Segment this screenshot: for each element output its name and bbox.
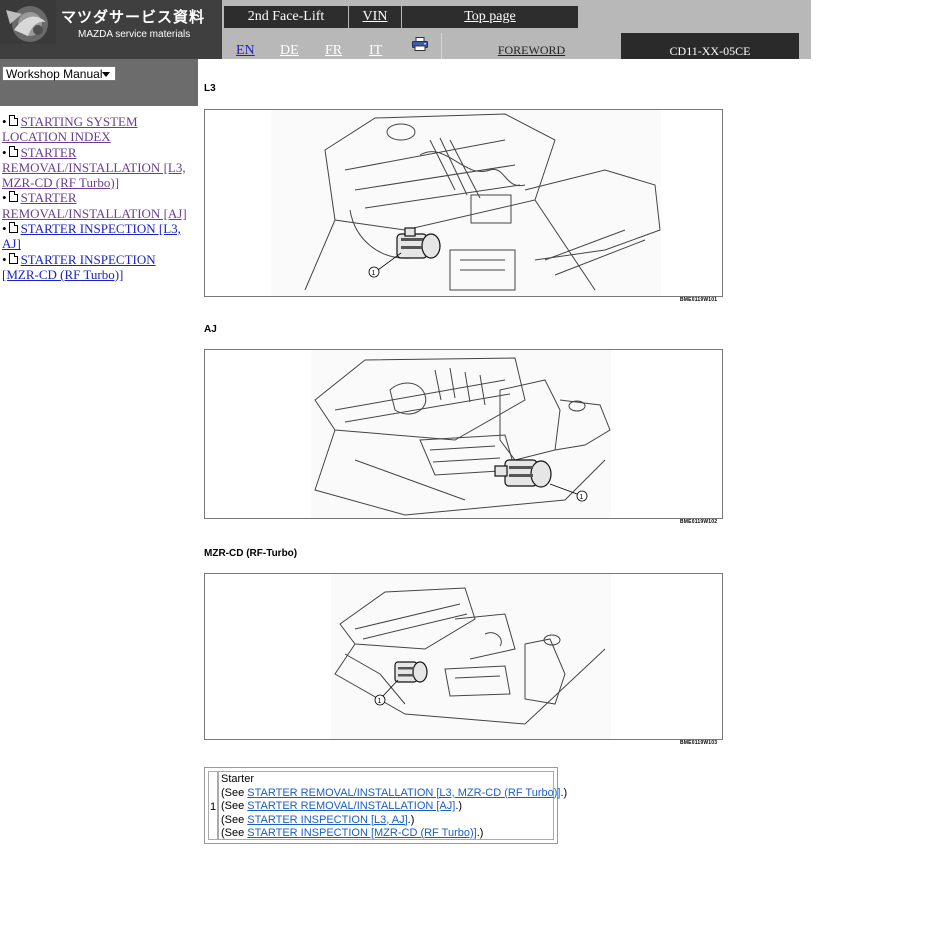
chevron-down-icon — [102, 72, 110, 77]
logo-subtitle: MAZDA service materials — [78, 29, 191, 40]
sidebar-nav: • STARTING SYSTEM LOCATION INDEX • STARTER… — [2, 114, 192, 282]
nav-link-starter-inspection-mzr[interactable]: STARTER INSPECTION [MZR-CD (RF Turbo)] — [2, 252, 156, 282]
section-title-mzr-cd: MZR-CD (RF-Turbo) — [204, 548, 298, 559]
mazda-logo: マツダサービス資料 MAZDA service materials — [0, 0, 222, 59]
nav-link-starting-system-location-index[interactable]: STARTING SYSTEM LOCATION INDEX — [2, 114, 138, 144]
top-page-cell: Top page — [402, 6, 578, 28]
callout-description-cell: Starter (See STARTER REMOVAL/INSTALLATIO… — [218, 771, 567, 841]
manual-type-select[interactable]: Workshop Manual — [2, 66, 116, 81]
callout-table: 1 Starter (See STARTER REMOVAL/INSTALLAT… — [204, 767, 567, 844]
mazda-emblem-icon — [0, 0, 56, 44]
see-suffix: .) — [560, 786, 568, 799]
vin-cell: VIN — [349, 6, 401, 28]
vin-link[interactable]: VIN — [363, 9, 388, 24]
nav-link-starter-removal-aj[interactable]: STARTER REMOVAL/INSTALLATION [AJ] — [2, 190, 187, 220]
see-prefix: (See — [221, 786, 248, 799]
see-link-inspection-l3-aj[interactable]: STARTER INSPECTION [L3, AJ] — [247, 814, 407, 826]
see-line: (See STARTER REMOVAL/INSTALLATION [AJ].) — [221, 800, 553, 814]
see-prefix: (See — [221, 800, 248, 812]
callout-label: 1 — [580, 494, 584, 501]
manual-type-value: Workshop Manual — [6, 67, 103, 81]
bullet: • — [2, 190, 7, 206]
document-icon — [8, 145, 18, 157]
document-icon — [8, 115, 18, 126]
language-link-en[interactable]: EN — [236, 43, 255, 59]
foreword-link[interactable]: FOREWORD — [442, 43, 621, 58]
callout-number-cell: 1 — [208, 771, 218, 840]
nav-item-inspection-l3: • STARTER INSPECTION [L3, AJ] — [2, 221, 192, 252]
callout-label: 1 — [372, 270, 376, 277]
bullet: • — [2, 144, 7, 160]
engine-diagram-aj-icon: 1 — [311, 350, 611, 518]
section-title-l3: L3 — [204, 83, 216, 94]
document-icon — [8, 222, 18, 234]
language-bar: EN DE FR IT — [222, 33, 441, 59]
nav-item-location-index: • STARTING SYSTEM LOCATION INDEX — [2, 114, 192, 145]
see-line: (See STARTER INSPECTION [MZR-CD (RF Turb… — [221, 827, 553, 841]
see-link-inspection-mzr[interactable]: STARTER INSPECTION [MZR-CD (RF Turbo)] — [247, 827, 476, 839]
bullet: • — [2, 221, 7, 237]
figure-mzr-cd-engine: 1 — [204, 573, 723, 740]
nav-link-starter-inspection-l3-aj[interactable]: STARTER INSPECTION [L3, AJ] — [2, 221, 181, 251]
nav-link-starter-removal-l3-mzr[interactable]: STARTER REMOVAL/INSTALLATION [L3, MZR-CD… — [2, 145, 186, 191]
callout-heading: Starter — [221, 773, 255, 785]
figure-aj-engine: 1 — [204, 349, 723, 519]
document-code: CD11-XX-05CE — [669, 44, 751, 58]
see-suffix: .) — [476, 827, 484, 839]
see-line: (See STARTER INSPECTION [L3, AJ].) — [221, 814, 553, 828]
printer-icon[interactable] — [412, 37, 428, 51]
figure-code-l3: BME0119W101 — [680, 297, 718, 303]
engine-diagram-mzr-cd-icon: 1 — [331, 574, 611, 739]
callout-label: 1 — [378, 698, 382, 705]
nav-item-removal-aj: • STARTER REMOVAL/INSTALLATION [AJ] — [2, 190, 192, 221]
nav-item-removal-l3: • STARTER REMOVAL/INSTALLATION [L3, MZR-C… — [2, 145, 192, 191]
language-link-it[interactable]: IT — [369, 43, 382, 59]
figure-l3-engine: 1 — [204, 109, 723, 297]
document-code-cell: CD11-XX-05CE — [621, 33, 799, 59]
see-line: (See STARTER REMOVAL/INSTALLATION [L3, M… — [221, 786, 567, 801]
language-link-de[interactable]: DE — [280, 43, 299, 59]
top-page-link[interactable]: Top page — [464, 9, 516, 24]
facelift-label: 2nd Face-Lift — [224, 6, 348, 28]
language-link-fr[interactable]: FR — [325, 43, 342, 59]
figure-code-aj: BME0119W102 — [680, 519, 718, 525]
document-icon — [8, 252, 18, 264]
figure-code-mzr-cd: BME0119W103 — [680, 740, 718, 746]
see-link-removal-l3-mzr[interactable]: STARTER REMOVAL/INSTALLATION [L3, MZR-CD… — [247, 787, 560, 799]
logo-title-jp: マツダサービス資料 — [61, 8, 206, 26]
callout-number: 1 — [210, 801, 217, 813]
see-prefix: (See — [221, 813, 248, 826]
sidebar-header: Workshop Manual — [0, 59, 198, 106]
engine-diagram-l3-icon: 1 — [271, 110, 661, 296]
see-prefix: (See — [221, 827, 248, 839]
see-suffix: .) — [407, 813, 415, 826]
section-title-aj: AJ — [204, 324, 217, 335]
bullet: • — [2, 251, 7, 267]
see-link-removal-aj[interactable]: STARTER REMOVAL/INSTALLATION [AJ] — [247, 800, 455, 812]
see-suffix: .) — [455, 800, 463, 812]
foreword-cell: FOREWORD — [441, 33, 621, 59]
header-bar: マツダサービス資料 MAZDA service materials 2nd Fa… — [0, 0, 811, 59]
document-icon — [8, 191, 18, 203]
nav-item-inspection-mzr: • STARTER INSPECTION [MZR-CD (RF Turbo)] — [2, 252, 192, 283]
bullet: • — [2, 114, 7, 129]
